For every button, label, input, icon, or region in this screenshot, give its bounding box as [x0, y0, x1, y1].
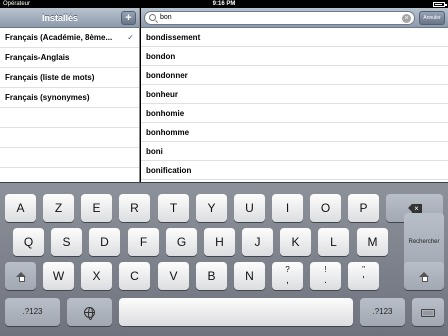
result-item[interactable]: boni: [141, 142, 448, 161]
space-bar[interactable]: [119, 298, 353, 326]
key[interactable]: D: [89, 228, 120, 256]
empty-row: [0, 148, 139, 168]
globe-icon: [84, 307, 95, 321]
globe-key[interactable]: [67, 298, 112, 326]
installed-title: Installés: [41, 13, 79, 23]
key[interactable]: G: [166, 228, 197, 256]
installed-header: Installés +: [0, 8, 139, 28]
cancel-button[interactable]: Annuler: [419, 11, 445, 25]
battery-icon: [433, 2, 447, 7]
result-item[interactable]: bonheur: [141, 85, 448, 104]
numbers-key-left[interactable]: .?123: [5, 298, 60, 326]
search-icon: [149, 14, 156, 21]
key[interactable]: I: [272, 194, 303, 222]
key[interactable]: X: [81, 262, 112, 290]
search-panel: bon × Annuler bondissement bondon bondon…: [141, 8, 448, 182]
dictionary-item-label: Français (liste de mots): [5, 73, 95, 82]
punctuation-key[interactable]: ? ,: [272, 262, 303, 290]
keyboard: A Z E R T Y U I O P Q S D F G H J K L M …: [0, 182, 448, 336]
clear-icon[interactable]: ×: [402, 14, 411, 23]
key[interactable]: B: [196, 262, 227, 290]
result-item[interactable]: bonhomie: [141, 104, 448, 123]
key-char: ,: [286, 275, 289, 286]
dictionary-item-label: Français (synonymes): [5, 93, 90, 102]
empty-row: [0, 128, 139, 148]
dictionary-list: Français (Académie, 8ème... ✓ Français-A…: [0, 28, 139, 188]
key[interactable]: Y: [196, 194, 227, 222]
dictionary-item[interactable]: Français (Académie, 8ème... ✓: [0, 28, 139, 48]
key[interactable]: E: [81, 194, 112, 222]
status-time: 9:16 PM: [212, 1, 236, 7]
result-item[interactable]: bondonner: [141, 66, 448, 85]
punctuation-key[interactable]: ! .: [310, 262, 341, 290]
dictionary-item-label: Français-Anglais: [5, 53, 70, 62]
key[interactable]: L: [318, 228, 349, 256]
checkmark-icon: ✓: [127, 33, 134, 42]
search-input[interactable]: bon ×: [144, 11, 415, 25]
key[interactable]: U: [234, 194, 265, 222]
dictionary-item-label: Français (Académie, 8ème...: [5, 33, 113, 42]
add-dictionary-button[interactable]: +: [121, 11, 136, 25]
keyboard-hide-key[interactable]: [412, 298, 444, 326]
key-alt-char: ": [362, 265, 365, 274]
key[interactable]: S: [51, 228, 82, 256]
key-char: ': [362, 275, 365, 286]
key[interactable]: V: [158, 262, 189, 290]
key[interactable]: Z: [43, 194, 74, 222]
result-item[interactable]: bondissement: [141, 28, 448, 47]
dictionary-item[interactable]: Français (liste de mots): [0, 68, 139, 88]
key[interactable]: M: [357, 228, 388, 256]
key-alt-char: ?: [285, 265, 290, 274]
key[interactable]: T: [158, 194, 189, 222]
key[interactable]: C: [119, 262, 150, 290]
key[interactable]: F: [128, 228, 159, 256]
result-item[interactable]: bonification: [141, 161, 448, 180]
key[interactable]: H: [204, 228, 235, 256]
key[interactable]: P: [348, 194, 379, 222]
key[interactable]: A: [5, 194, 36, 222]
key[interactable]: O: [310, 194, 341, 222]
shift-key-left[interactable]: [5, 262, 36, 290]
result-item[interactable]: bondon: [141, 47, 448, 66]
shift-icon: [15, 271, 26, 282]
key[interactable]: J: [242, 228, 273, 256]
key[interactable]: K: [280, 228, 311, 256]
key[interactable]: W: [43, 262, 74, 290]
keyboard-hide-icon: [421, 308, 435, 317]
results-list: bondissement bondon bondonner bonheur bo…: [141, 28, 448, 180]
installed-dictionaries-panel: Installés + Français (Académie, 8ème... …: [0, 8, 140, 188]
key[interactable]: Q: [13, 228, 44, 256]
numbers-key-right[interactable]: .?123: [360, 298, 405, 326]
key[interactable]: N: [234, 262, 265, 290]
shift-key-right[interactable]: [404, 262, 444, 290]
status-bar: Opérateur 9:16 PM: [0, 0, 448, 8]
dictionary-item[interactable]: Français-Anglais: [0, 48, 139, 68]
search-bar: bon × Annuler: [141, 8, 448, 28]
shift-icon: [419, 271, 429, 282]
backspace-icon: [407, 204, 422, 214]
dictionary-item[interactable]: Français (synonymes): [0, 88, 139, 108]
key-alt-char: !: [324, 265, 327, 274]
key[interactable]: R: [119, 194, 150, 222]
result-item[interactable]: bonhomme: [141, 123, 448, 142]
punctuation-key[interactable]: " ': [348, 262, 379, 290]
key-char: .: [324, 275, 327, 286]
empty-row: [0, 108, 139, 128]
search-input-value: bon: [160, 14, 172, 21]
